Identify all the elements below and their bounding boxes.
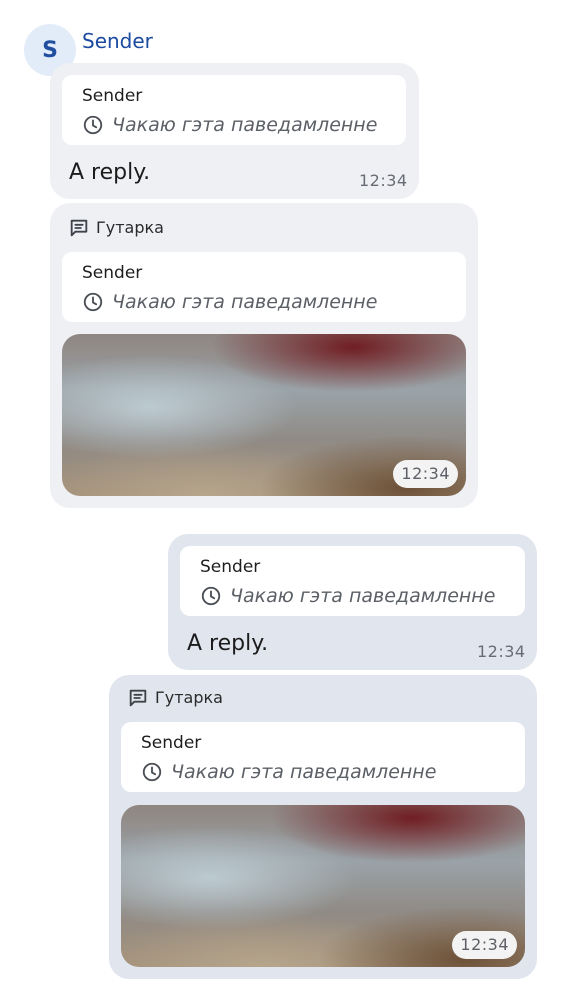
message-time: 12:34 [359,171,408,190]
message-bubble-outgoing-reply[interactable]: Sender Чакаю гэта паведамленне A reply. … [168,534,537,670]
quoted-message-status: Чакаю гэта паведамленне [230,585,496,607]
thread-label-text: Гутарка [155,688,223,707]
clock-icon [142,762,162,782]
thread-icon [70,219,88,237]
message-time: 12:34 [477,642,526,661]
message-bubble-incoming-image[interactable]: Гутарка Sender Чакаю гэта паведамленне 1… [50,203,478,508]
image-attachment[interactable]: 12:34 [62,334,466,496]
image-attachment[interactable]: 12:34 [121,805,525,967]
message-bubble-incoming-reply[interactable]: Sender Чакаю гэта паведамленне A reply. … [50,63,419,199]
message-text: A reply. [69,160,151,185]
chat-screen: S Sender Sender Чакаю гэта паведамленне … [0,0,562,1000]
quoted-message-status: Чакаю гэта паведамленне [171,761,437,783]
quoted-sender-name: Sender [200,557,261,577]
quoted-sender-name: Sender [141,733,202,753]
thread-label-text: Гутарка [96,218,164,237]
message-bubble-outgoing-image[interactable]: Гутарка Sender Чакаю гэта паведамленне 1… [109,675,537,979]
thread-label[interactable]: Гутарка [127,687,223,709]
thread-label[interactable]: Гутарка [68,217,164,239]
quoted-sender-name: Sender [82,263,143,283]
quoted-message[interactable]: Sender Чакаю гэта паведамленне [121,722,525,792]
image-time: 12:34 [393,460,458,488]
quoted-sender-name: Sender [82,86,143,106]
quoted-message-status: Чакаю гэта паведамленне [112,114,378,136]
quoted-message[interactable]: Sender Чакаю гэта паведамленне [62,75,406,145]
avatar-initial: S [42,37,58,63]
image-time: 12:34 [452,931,517,959]
clock-icon [201,586,221,606]
message-text: A reply. [187,631,269,656]
sender-name[interactable]: Sender [82,28,153,54]
clock-icon [83,292,103,312]
thread-icon [129,689,147,707]
quoted-message-status: Чакаю гэта паведамленне [112,291,378,313]
quoted-message[interactable]: Sender Чакаю гэта паведамленне [180,546,525,616]
quoted-message[interactable]: Sender Чакаю гэта паведамленне [62,252,466,322]
clock-icon [83,115,103,135]
